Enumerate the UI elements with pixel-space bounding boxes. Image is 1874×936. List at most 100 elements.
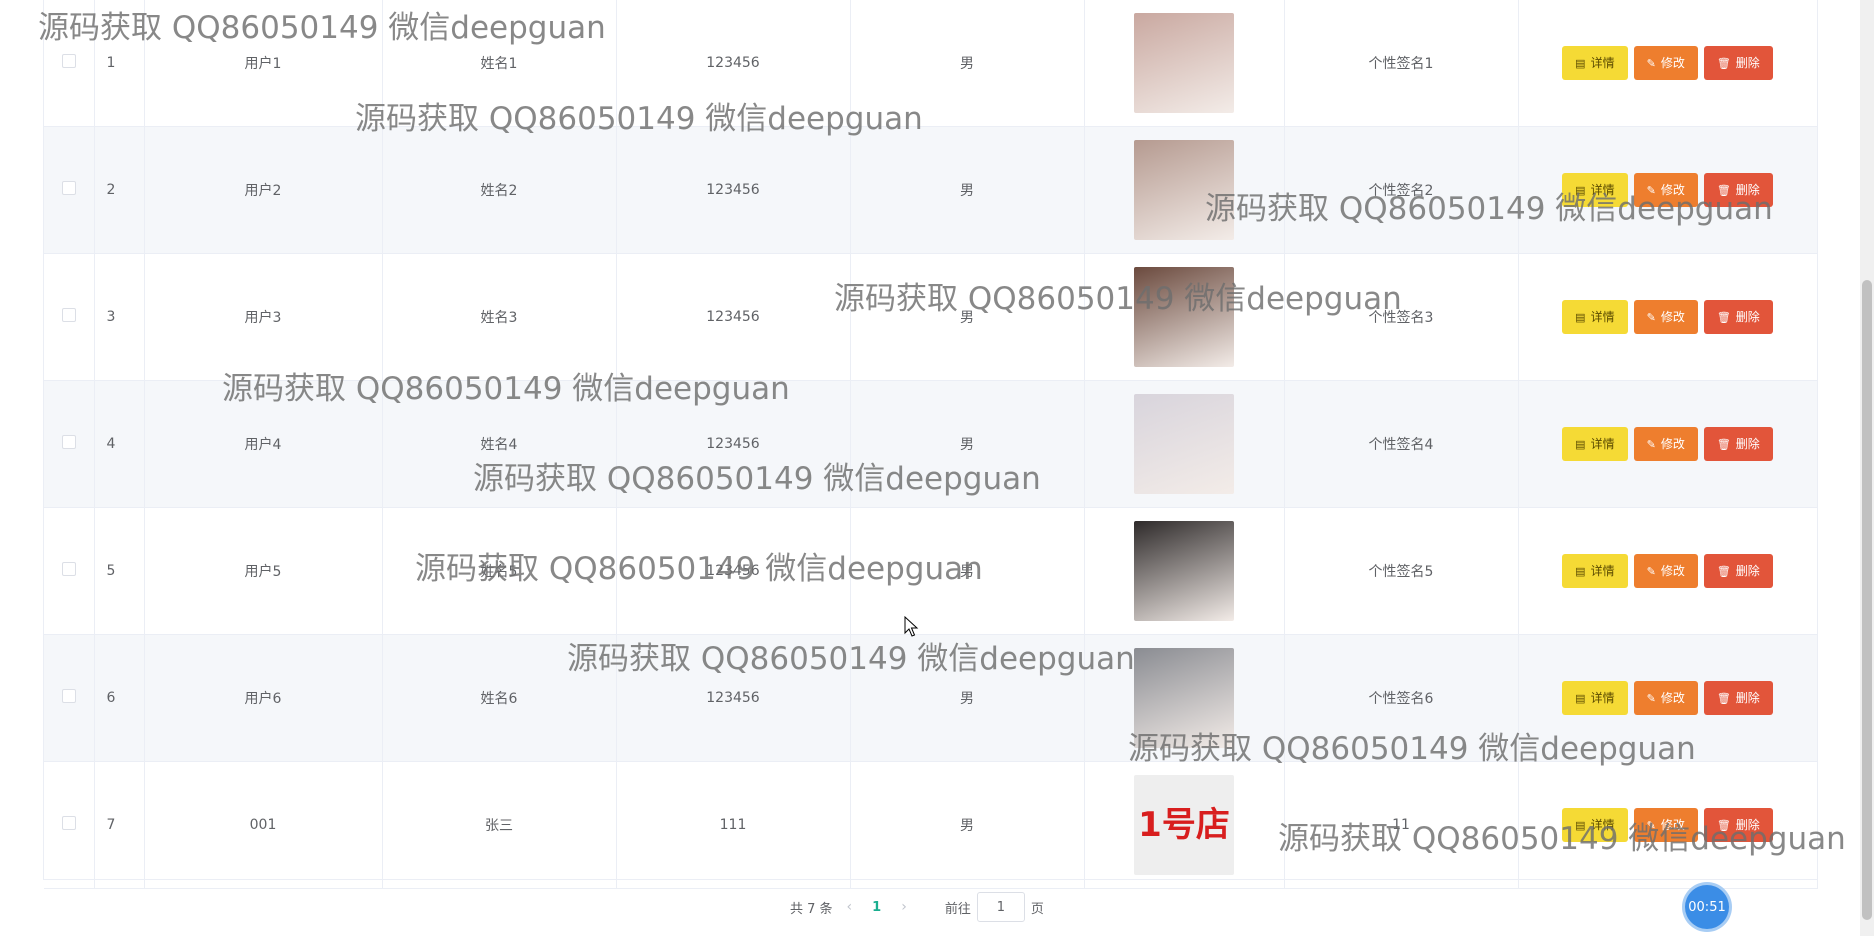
delete-label: 删除 — [1735, 818, 1760, 832]
row-checkbox[interactable] — [61, 54, 76, 68]
detail-button[interactable]: ▤ 详情 — [1562, 808, 1628, 842]
edit-button[interactable]: ✎ 修改 — [1633, 427, 1698, 461]
chevron-left-icon[interactable]: ‹ — [847, 899, 853, 915]
document-icon: ▤ — [1575, 693, 1586, 705]
trash-icon: 🗑 — [1716, 58, 1731, 70]
detail-button[interactable]: ▤ 详情 — [1562, 300, 1628, 334]
password-cell: 123456 — [616, 380, 851, 508]
row-checkbox[interactable] — [61, 435, 76, 449]
scrollbar-track[interactable] — [1860, 0, 1874, 936]
gender-text: 男 — [960, 56, 974, 72]
gender-cell: 男 — [850, 761, 1085, 889]
signature-cell: 11 — [1284, 761, 1519, 889]
edit-label: 修改 — [1660, 818, 1685, 832]
detail-label: 详情 — [1590, 183, 1615, 197]
delete-button[interactable]: 🗑 删除 — [1703, 173, 1773, 207]
row-index: 3 — [106, 309, 116, 325]
detail-label: 详情 — [1590, 818, 1615, 832]
name-cell: 姓名4 — [382, 380, 617, 508]
avatar[interactable] — [1134, 521, 1234, 621]
select-cell — [44, 253, 95, 381]
edit-label: 修改 — [1660, 183, 1685, 197]
detail-button[interactable]: ▤ 详情 — [1562, 427, 1628, 461]
edit-button[interactable]: ✎ 修改 — [1633, 46, 1698, 80]
gender-cell: 男 — [850, 507, 1085, 635]
jump-prefix: 前往 — [944, 901, 971, 917]
trash-icon: 🗑 — [1716, 185, 1731, 197]
gender-cell: 男 — [850, 0, 1085, 127]
delete-button[interactable]: 🗑 删除 — [1703, 300, 1773, 334]
actions-cell: ▤ 详情 ✎ 修改 🗑 删除 — [1518, 253, 1818, 381]
select-cell — [44, 761, 95, 889]
gender-text: 男 — [960, 818, 974, 834]
scrollbar-thumb[interactable] — [1862, 280, 1872, 920]
detail-button[interactable]: ▤ 详情 — [1562, 173, 1628, 207]
delete-button[interactable]: 🗑 删除 — [1703, 427, 1773, 461]
table-body: 1 用户1 姓名1 123456 男 个性签名1 ▤ 详情 ✎ 修改 🗑 删除 2 用户2… — [44, 0, 1818, 889]
avatar[interactable] — [1134, 648, 1234, 748]
edit-label: 修改 — [1660, 564, 1685, 578]
delete-button[interactable]: 🗑 删除 — [1703, 808, 1773, 842]
timer-badge[interactable]: 00:51 — [1685, 885, 1729, 929]
edit-button[interactable]: ✎ 修改 — [1633, 681, 1698, 715]
name-cell: 姓名3 — [382, 253, 617, 381]
select-cell — [44, 634, 95, 762]
password-cell: 123456 — [616, 634, 851, 762]
avatar[interactable] — [1134, 13, 1234, 113]
page-jump-input[interactable] — [976, 892, 1025, 922]
store-logo[interactable]: 1号店 — [1134, 775, 1234, 875]
name-cell: 姓名1 — [382, 0, 617, 127]
delete-button[interactable]: 🗑 删除 — [1703, 554, 1773, 588]
edit-label: 修改 — [1660, 310, 1685, 324]
pencil-icon: ✎ — [1646, 439, 1656, 451]
delete-button[interactable]: 🗑 删除 — [1703, 46, 1773, 80]
document-icon: ▤ — [1575, 566, 1586, 578]
row-checkbox[interactable] — [61, 308, 76, 322]
row-checkbox[interactable] — [61, 689, 76, 703]
edit-button[interactable]: ✎ 修改 — [1633, 300, 1698, 334]
avatar[interactable] — [1134, 140, 1234, 240]
detail-button[interactable]: ▤ 详情 — [1562, 681, 1628, 715]
row-checkbox[interactable] — [61, 562, 76, 576]
signature-cell: 个性签名6 — [1284, 634, 1519, 762]
avatar[interactable] — [1134, 267, 1234, 367]
pagination: 共 7 条 ‹ 1 › 前往 页 — [790, 892, 1044, 922]
name-text: 姓名1 — [480, 56, 518, 72]
edit-button[interactable]: ✎ 修改 — [1633, 554, 1698, 588]
document-icon: ▤ — [1575, 185, 1586, 197]
edit-button[interactable]: ✎ 修改 — [1633, 173, 1698, 207]
detail-label: 详情 — [1590, 437, 1615, 451]
password-text: 123456 — [706, 309, 760, 325]
avatar-cell — [1084, 0, 1285, 127]
row-checkbox[interactable] — [61, 181, 76, 195]
trash-icon: 🗑 — [1716, 566, 1731, 578]
username-cell: 001 — [144, 761, 383, 889]
name-text: 张三 — [485, 818, 513, 834]
avatar[interactable] — [1134, 394, 1234, 494]
username-text: 用户6 — [244, 691, 282, 707]
pencil-icon: ✎ — [1646, 312, 1656, 324]
password-text: 123456 — [706, 182, 760, 198]
chevron-right-icon[interactable]: › — [901, 899, 907, 915]
actions-cell: ▤ 详情 ✎ 修改 🗑 删除 — [1518, 380, 1818, 508]
trash-icon: 🗑 — [1716, 693, 1731, 705]
actions-cell: ▤ 详情 ✎ 修改 🗑 删除 — [1518, 761, 1818, 889]
page-number-current[interactable]: 1 — [872, 900, 881, 915]
username-cell: 用户2 — [144, 126, 383, 254]
document-icon: ▤ — [1575, 820, 1586, 832]
detail-button[interactable]: ▤ 详情 — [1562, 46, 1628, 80]
password-text: 123456 — [706, 436, 760, 452]
pencil-icon: ✎ — [1646, 58, 1656, 70]
detail-button[interactable]: ▤ 详情 — [1562, 554, 1628, 588]
table-row: 1 用户1 姓名1 123456 男 个性签名1 ▤ 详情 ✎ 修改 🗑 删除 — [44, 0, 1818, 127]
username-text: 用户1 — [244, 56, 282, 72]
signature-cell: 个性签名3 — [1284, 253, 1519, 381]
gender-text: 男 — [960, 437, 974, 453]
edit-button[interactable]: ✎ 修改 — [1633, 808, 1698, 842]
gender-text: 男 — [960, 691, 974, 707]
row-checkbox[interactable] — [61, 816, 76, 830]
trash-icon: 🗑 — [1716, 312, 1731, 324]
delete-button[interactable]: 🗑 删除 — [1703, 681, 1773, 715]
name-cell: 姓名5 — [382, 507, 617, 635]
select-cell — [44, 126, 95, 254]
